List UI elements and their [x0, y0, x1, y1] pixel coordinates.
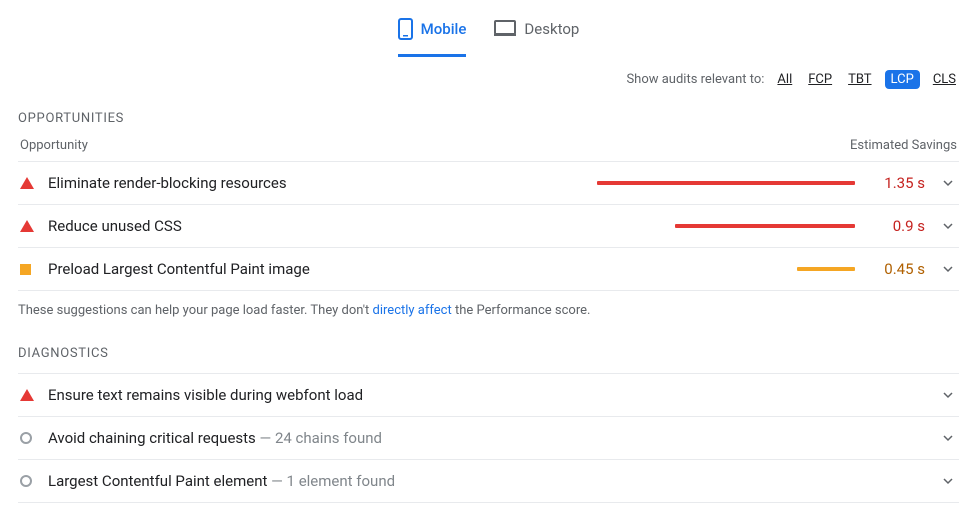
filter-cls[interactable]: CLS: [930, 71, 959, 88]
circle-gray-icon: [20, 432, 32, 444]
savings-bar-track: [585, 267, 855, 271]
directly-affect-link[interactable]: directly affect: [373, 303, 452, 318]
opportunity-title: Eliminate render-blocking resources: [48, 174, 571, 192]
tab-desktop[interactable]: Desktop: [494, 18, 579, 57]
diagnostics-list: Ensure text remains visible during webfo…: [18, 373, 959, 503]
diagnostic-subtitle: — 1 element found: [271, 472, 395, 490]
opportunity-row[interactable]: Eliminate render-blocking resources 1.35 …: [18, 161, 959, 204]
opportunity-row[interactable]: Preload Largest Contentful Paint image 0.…: [18, 247, 959, 291]
circle-gray-icon: [20, 475, 32, 487]
opportunity-row[interactable]: Reduce unused CSS 0.9 s: [18, 204, 959, 247]
diagnostic-row[interactable]: Largest Contentful Paint element — 1 ele…: [18, 459, 959, 503]
square-orange-icon: [20, 264, 31, 275]
col-opportunity: Opportunity: [20, 138, 88, 153]
opportunities-note: These suggestions can help your page loa…: [18, 303, 959, 318]
opportunity-title: Reduce unused CSS: [48, 217, 571, 235]
opportunities-list: Eliminate render-blocking resources 1.35 …: [18, 161, 959, 291]
filter-fcp[interactable]: FCP: [805, 71, 835, 88]
col-savings: Estimated Savings: [850, 138, 957, 153]
savings-bar-track: [585, 181, 855, 185]
savings-bar: [597, 181, 855, 185]
audit-filter-row: Show audits relevant to: All FCP TBT LCP CLS: [18, 58, 959, 93]
filter-options: All FCP TBT LCP CLS: [774, 70, 959, 89]
filter-all[interactable]: All: [774, 71, 795, 88]
savings-bar: [797, 267, 855, 271]
tab-label: Desktop: [524, 20, 579, 38]
chevron-down-icon[interactable]: [939, 432, 957, 444]
filter-label: Show audits relevant to:: [626, 72, 764, 87]
chevron-down-icon[interactable]: [939, 389, 957, 401]
diagnostic-title: Largest Contentful Paint element — 1 ele…: [48, 472, 925, 490]
triangle-red-icon: [20, 220, 34, 232]
savings-value: 0.45 s: [869, 260, 925, 278]
savings-bar: [675, 224, 855, 228]
triangle-red-icon: [20, 177, 34, 189]
savings-bar-track: [585, 224, 855, 228]
filter-tbt[interactable]: TBT: [845, 71, 874, 88]
diagnostic-title: Ensure text remains visible during webfo…: [48, 386, 925, 404]
chevron-down-icon[interactable]: [939, 220, 957, 232]
mobile-icon: [398, 18, 413, 40]
filter-lcp[interactable]: LCP: [885, 70, 920, 89]
chevron-down-icon[interactable]: [939, 475, 957, 487]
diagnostic-row[interactable]: Avoid chaining critical requests — 24 ch…: [18, 416, 959, 459]
savings-value: 0.9 s: [869, 217, 925, 235]
opportunity-title: Preload Largest Contentful Paint image: [48, 260, 571, 278]
savings-value: 1.35 s: [869, 174, 925, 192]
chevron-down-icon[interactable]: [939, 263, 957, 275]
diagnostic-subtitle: — 24 chains found: [260, 429, 382, 447]
diagnostic-title: Avoid chaining critical requests — 24 ch…: [48, 429, 925, 447]
tab-mobile[interactable]: Mobile: [398, 18, 467, 57]
tab-label: Mobile: [421, 20, 467, 38]
device-tabs: Mobile Desktop: [0, 0, 977, 58]
chevron-down-icon[interactable]: [939, 177, 957, 189]
diagnostic-row[interactable]: Ensure text remains visible during webfo…: [18, 373, 959, 416]
desktop-icon: [494, 20, 516, 38]
opportunities-columns: Opportunity Estimated Savings: [18, 138, 959, 153]
diagnostics-heading: DIAGNOSTICS: [18, 346, 959, 361]
triangle-red-icon: [20, 389, 34, 401]
opportunities-heading: OPPORTUNITIES: [18, 111, 959, 126]
